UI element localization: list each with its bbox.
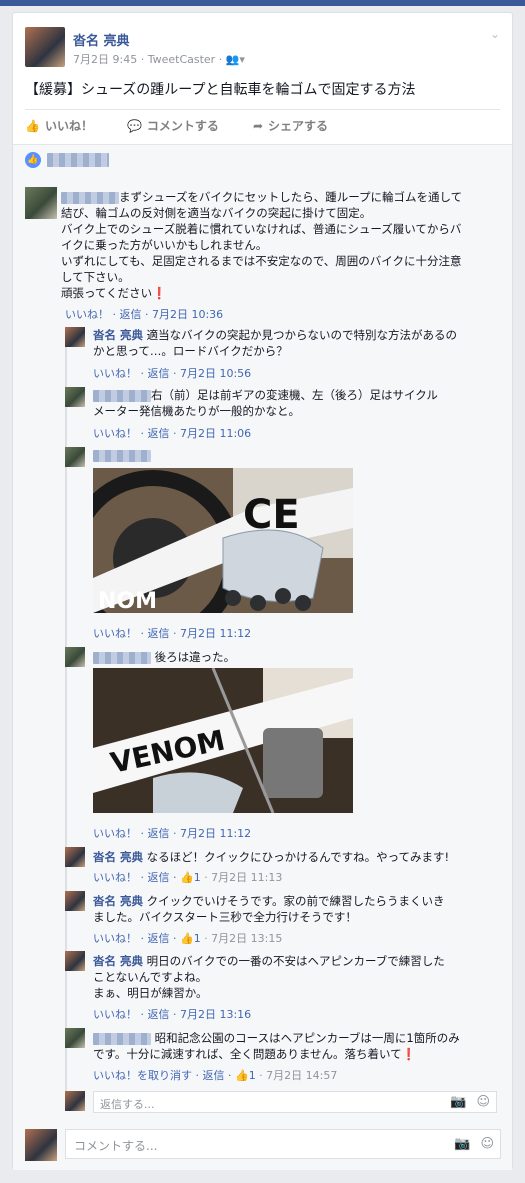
comment-footer[interactable]: いいね！ · 返信 · 7月2日 10:36 (65, 306, 223, 322)
emoji-icon[interactable]: ☺ (476, 1095, 490, 1110)
avatar[interactable] (65, 387, 85, 407)
comment-text: まずシューズをバイクにセットしたら、踵ループに輪ゴムを通して 結び、輪ゴムの反対… (61, 190, 463, 300)
like-count-icon: 👍 (179, 932, 194, 945)
share-icon: ➦ (252, 118, 263, 133)
chevron-down-icon[interactable]: ⌄ (490, 27, 500, 41)
reply-author[interactable]: 沓名 亮典 (93, 328, 143, 342)
like-button[interactable]: 👍 いいね！ (25, 117, 93, 134)
reply-author[interactable]: 沓名 亮典 (93, 954, 143, 968)
comment-icon: 💬 (126, 118, 142, 133)
reply-text: 沓名 亮典 なるほど！クイックにひっかけるんですね。やってみます! (93, 850, 450, 864)
avatar[interactable] (65, 847, 85, 867)
reply-footer[interactable]: いいね！ · 返信 · 7月2日 13:16 (93, 1006, 251, 1022)
post-date[interactable]: 7月2日 9:45 (73, 53, 137, 66)
reply-text: 右（前）足は前ギアの変速機、左（後ろ）足はサイクル メーター発信機あたりが一般的… (93, 388, 438, 418)
author-name[interactable]: 沓名 亮典 (73, 30, 130, 49)
blurred-name (93, 389, 151, 402)
avatar[interactable] (65, 327, 85, 347)
avatar[interactable] (65, 951, 85, 971)
reply-text: 昭和記念公園のコースはヘアピンカーブは一周に1箇所のみ です。十分に減速すれば、… (93, 1031, 460, 1061)
post-meta: 7月2日 9:45 · TweetCaster · 👥▾ (73, 51, 245, 67)
reply-footer[interactable]: いいね！ · 返信 · 👍1 · 7月2日 11:13 (93, 869, 282, 885)
blurred-name (93, 450, 151, 462)
blurred-name (93, 1032, 151, 1045)
reply-text: 沓名 亮典 適当なバイクの突起か見つからないので特別な方法があるの かと思って…… (93, 328, 457, 358)
svg-text:NOM: NOM (98, 589, 157, 613)
avatar (25, 1129, 57, 1161)
thread-line (65, 328, 67, 1100)
avatar[interactable] (25, 187, 57, 219)
avatar[interactable] (65, 447, 85, 467)
camera-icon[interactable]: 📷 (450, 1095, 466, 1110)
reply-footer[interactable]: いいね！ · 返信 · 7月2日 11:12 (93, 825, 251, 841)
avatar[interactable] (65, 891, 85, 911)
share-button[interactable]: ➦ シェアする (253, 117, 328, 134)
reply-author[interactable]: 沓名 亮典 (93, 894, 143, 908)
like-count-icon: 👍 (234, 1069, 249, 1082)
reply-text: 沓名 亮典 明日のバイクでの一番の不安はヘアピンカーブで練習した ことないんです… (93, 954, 445, 1000)
blurred-name (47, 153, 109, 167)
reply-text: 後ろは違った。 (93, 649, 503, 665)
reply-footer[interactable]: いいね！ · 返信 · 👍1 · 7月2日 13:15 (93, 930, 282, 946)
reply-input[interactable]: 返信する... 📷 ☺ (93, 1091, 497, 1113)
reply-footer[interactable]: いいね！ · 返信 · 7月2日 11:06 (93, 425, 251, 441)
reply-text: 沓名 亮典 クイックでいけそうです。家の前で練習したらうまくいき ました。バイク… (93, 894, 445, 924)
post-text: 【緩募】シューズの踵ループと自転車を輪ゴムで固定する方法 (25, 82, 416, 98)
thumbs-up-icon: 👍 (25, 118, 40, 133)
reply-footer[interactable]: いいね！ · 返信 · 7月2日 10:56 (93, 365, 251, 381)
reply-footer[interactable]: いいね！ · 返信 · 7月2日 11:12 (93, 625, 251, 641)
top-nav-strip (0, 0, 525, 6)
camera-icon[interactable]: 📷 (454, 1137, 470, 1152)
emoji-icon[interactable]: ☺ (480, 1137, 494, 1152)
divider (25, 109, 500, 110)
blurred-name (61, 191, 119, 204)
bike-photo-front[interactable]: CE NOM (93, 468, 353, 613)
comment-input[interactable]: コメントする... 📷 ☺ (65, 1129, 501, 1159)
author-avatar[interactable] (25, 27, 65, 67)
avatar (65, 1091, 85, 1111)
post-card: 沓名 亮典 7月2日 9:45 · TweetCaster · 👥▾ ⌄ 【緩募… (12, 12, 513, 1170)
like-count-icon: 👍 (179, 871, 194, 884)
comment-button[interactable]: 💬 コメントする (127, 117, 219, 134)
like-summary[interactable]: 👍 (25, 152, 109, 168)
bike-photo-rear[interactable]: VENOM (93, 668, 353, 813)
avatar[interactable] (65, 647, 85, 667)
avatar[interactable] (65, 1028, 85, 1048)
post-via: · TweetCaster · (140, 53, 223, 66)
blurred-name (93, 651, 151, 664)
action-bar: 👍 いいね！ 💬 コメントする ➦ シェアする (25, 117, 328, 134)
friends-icon[interactable]: 👥▾ (226, 53, 245, 66)
reply-author[interactable]: 沓名 亮典 (93, 850, 143, 864)
reply-footer[interactable]: いいね！を取り消す · 返信 · 👍1 · 7月2日 14:57 (93, 1067, 337, 1083)
like-count-icon: 👍 (25, 152, 41, 168)
